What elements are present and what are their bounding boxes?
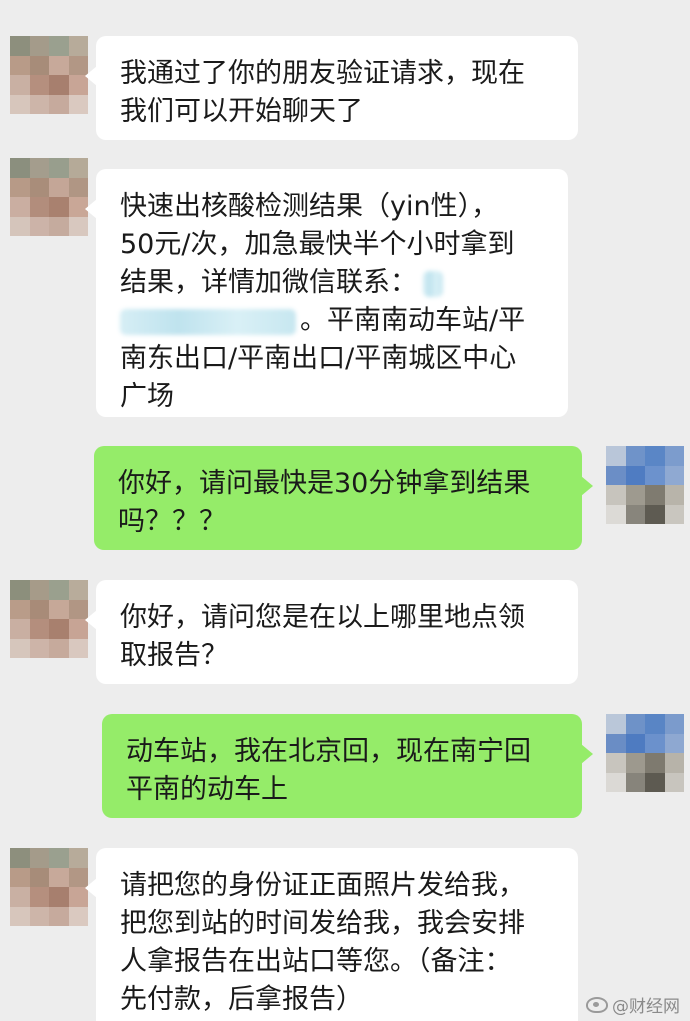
message-text: 请把您的身份证正面照片发给我，: [120, 870, 525, 901]
message-text: 南东出口/平南出口/平南城区中心: [120, 343, 517, 374]
sender-avatar[interactable]: [10, 580, 88, 658]
message-text: 50元/次，加急最快半个小时拿到: [120, 229, 515, 260]
message-bubble-incoming[interactable]: 快速出核酸检测结果（yin性）， 50元/次，加急最快半个小时拿到 结果，详情加…: [85, 169, 568, 417]
message-text: 把您到站的时间发给我，我会安排: [120, 908, 525, 939]
message-text: 动车站，我在北京回，现在南宁回: [126, 736, 531, 767]
message-text: 广场: [120, 381, 174, 412]
message-bubble-outgoing[interactable]: 你好，请问最快是30分钟拿到结果 吗？？？: [94, 446, 593, 550]
sender-avatar[interactable]: [10, 36, 88, 114]
sender-avatar[interactable]: [10, 848, 88, 926]
message-text: 快速出核酸检测结果（yin性），: [120, 191, 499, 222]
message-text: 。平南南动车站/平: [300, 305, 526, 336]
message-bubble-incoming[interactable]: 你好，请问您是在以上哪里地点领 取报告？: [85, 580, 578, 684]
watermark: @财经网: [586, 992, 680, 1017]
message-text: 我通过了你的朋友验证请求，现在: [120, 58, 525, 89]
user-avatar[interactable]: [606, 446, 684, 524]
message-text: 我们可以开始聊天了: [120, 96, 363, 127]
user-avatar[interactable]: [606, 714, 684, 792]
weibo-icon: [586, 996, 608, 1013]
message-bubble-outgoing[interactable]: 动车站，我在北京回，现在南宁回 平南的动车上: [102, 714, 593, 818]
message-text: 平南的动车上: [126, 774, 288, 805]
sender-avatar[interactable]: [10, 158, 88, 236]
message-text: 取报告？: [120, 640, 228, 671]
message-text: 你好，请问最快是30分钟拿到结果: [118, 468, 531, 499]
message-text: 先付款，后拿报告）: [120, 984, 363, 1015]
message-text: 你好，请问您是在以上哪里地点领: [120, 602, 525, 633]
message-text: 吗？？？: [118, 506, 226, 537]
redacted-wechat-id: [120, 308, 296, 335]
message-text: 结果，详情加微信联系：: [120, 267, 417, 298]
watermark-text: @财经网: [612, 997, 680, 1017]
message-bubble-incoming[interactable]: 请把您的身份证正面照片发给我， 把您到站的时间发给我，我会安排 人拿报告在出站口…: [85, 848, 578, 1021]
redacted-wechat-id: [423, 270, 443, 297]
message-bubble-incoming[interactable]: 我通过了你的朋友验证请求，现在 我们可以开始聊天了: [85, 36, 578, 140]
message-text: 人拿报告在出站口等您。（备注：: [120, 946, 512, 977]
